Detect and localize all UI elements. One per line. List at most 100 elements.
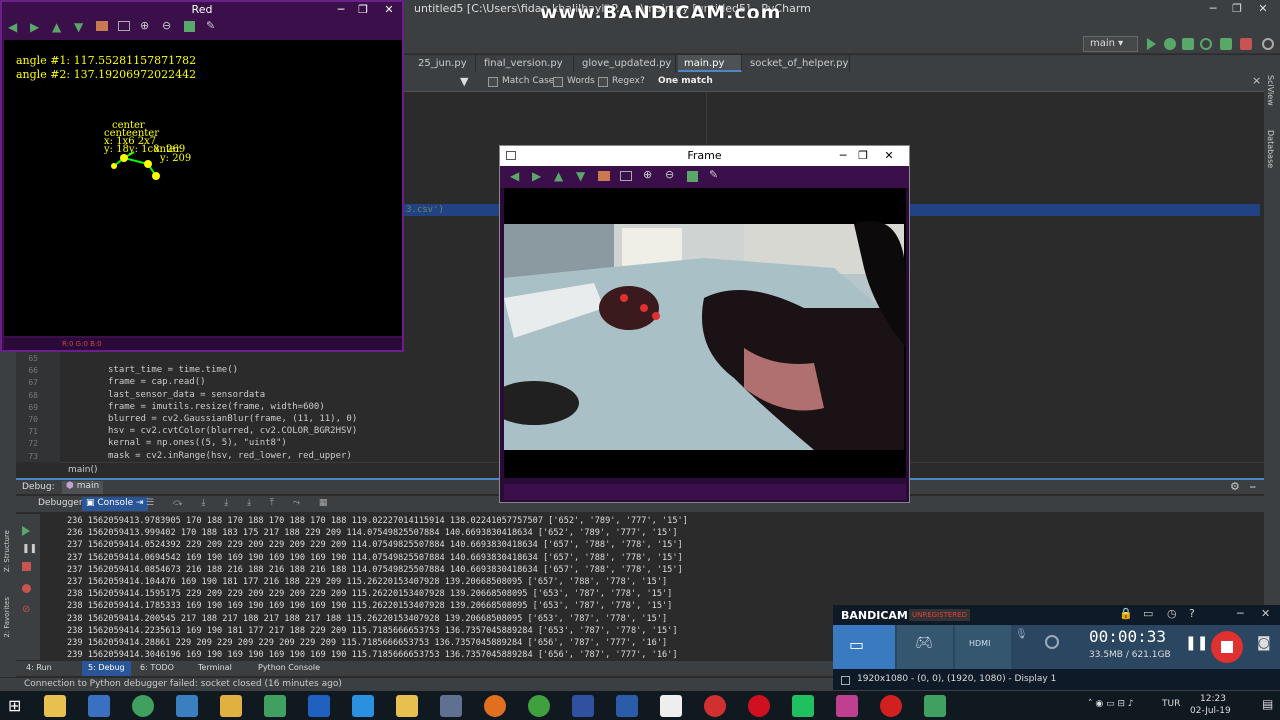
- tab-25-jun[interactable]: 25_jun.py: [412, 55, 476, 72]
- pan-down-icon[interactable]: ▼: [74, 20, 83, 34]
- app-icon-2[interactable]: [176, 695, 198, 717]
- clock-icon[interactable]: ◷: [1167, 607, 1177, 620]
- run-icon[interactable]: [1147, 38, 1156, 50]
- windows-start-icon[interactable]: ⊞: [8, 696, 21, 715]
- game-mode-button[interactable]: 🎮︎: [897, 625, 953, 669]
- tab-final-version[interactable]: final_version.py: [478, 55, 574, 72]
- tab-debug[interactable]: 5: Debug: [82, 661, 131, 676]
- frame-zoom-in-icon[interactable]: ⊕: [643, 168, 652, 181]
- media-icon[interactable]: [704, 695, 726, 717]
- properties-icon[interactable]: ✎: [206, 19, 215, 32]
- run-config-dropdown[interactable]: main ▾: [1083, 36, 1138, 52]
- stop-icon[interactable]: [1240, 38, 1252, 50]
- clock-time[interactable]: 12:23: [1200, 694, 1226, 704]
- devcpp-icon[interactable]: [572, 695, 594, 717]
- tab-python-console[interactable]: Python Console: [258, 663, 320, 672]
- red-window[interactable]: Red ─ ❐ ✕ ◀ ▶ ▲ ▼ ⊕ ⊖ ✎ angle #1: 117.55…: [0, 0, 404, 352]
- database-tab[interactable]: Database: [1266, 130, 1275, 168]
- frame-window[interactable]: Frame ─ ❐ ✕ ◀ ▶ ▲ ▼ ⊕ ⊖ ✎: [489, 145, 910, 503]
- tray-icons[interactable]: ˄ ◉ ▭ ⊟ ♪: [1088, 699, 1134, 709]
- frame-pan-up-icon[interactable]: ▲: [554, 169, 563, 183]
- lock-icon[interactable]: 🔒: [1119, 607, 1133, 620]
- tab-main[interactable]: main.py: [678, 55, 742, 72]
- red-canvas[interactable]: angle #1: 117.55281157871782 angle #2: 1…: [4, 40, 402, 336]
- frame-maximize-button[interactable]: ❐: [852, 147, 874, 165]
- stop-debug-icon[interactable]: [22, 562, 31, 571]
- bandicam-panel[interactable]: BANDICAM UNREGISTERED 🔒 ▭ ◷ ? ─ ✕ ▭ 🎮︎ H…: [833, 605, 1280, 690]
- opera-icon[interactable]: [748, 695, 770, 717]
- match-case-checkbox[interactable]: [488, 77, 498, 87]
- word-icon[interactable]: [616, 695, 638, 717]
- dropbox-icon[interactable]: [352, 695, 374, 717]
- opencv-window-icon[interactable]: [924, 695, 946, 717]
- folder-icon[interactable]: ▭: [1143, 607, 1153, 620]
- zoom-in-icon[interactable]: ⊕: [140, 19, 149, 32]
- bandicam-minimize-icon[interactable]: ─: [1237, 607, 1244, 620]
- camera-icon[interactable]: ◙: [1257, 635, 1271, 651]
- red-minimize-button[interactable]: ─: [330, 1, 352, 19]
- camera-frame[interactable]: [489, 188, 906, 478]
- stop-record-button[interactable]: [1211, 631, 1243, 663]
- frame-zoom-fit-icon[interactable]: [598, 171, 610, 181]
- mute-breakpoints-icon[interactable]: ⊘: [22, 604, 30, 615]
- notifications-icon[interactable]: ▤: [1262, 697, 1273, 711]
- coverage-icon[interactable]: [1182, 38, 1194, 50]
- structure-tab[interactable]: Z: Structure: [3, 530, 11, 572]
- file-explorer-icon[interactable]: [44, 695, 66, 717]
- help-icon[interactable]: ?: [1189, 607, 1195, 620]
- app-icon-3[interactable]: [220, 695, 242, 717]
- frame-properties-icon[interactable]: ✎: [709, 168, 718, 181]
- words-checkbox[interactable]: [553, 77, 563, 87]
- screen-mode-button[interactable]: ▭: [833, 625, 895, 669]
- concurrency-icon[interactable]: [1220, 38, 1232, 50]
- clock-date[interactable]: 02-Jul-19: [1190, 706, 1231, 716]
- debug-config-tab[interactable]: ⬢ main: [62, 481, 104, 494]
- minimize-button[interactable]: ─: [1202, 0, 1224, 18]
- sciview-tab[interactable]: SciView: [1266, 75, 1275, 106]
- save-icon[interactable]: [184, 21, 195, 32]
- filter-icon[interactable]: ▼: [460, 75, 468, 88]
- frame-pan-left-icon[interactable]: ◀: [510, 169, 519, 183]
- bandicam-close-icon[interactable]: ✕: [1261, 607, 1270, 620]
- mic-icon[interactable]: 🎙︎: [1015, 629, 1028, 640]
- app-icon-6[interactable]: [440, 695, 462, 717]
- maximize-button[interactable]: ❐: [1226, 0, 1248, 18]
- app-icon-4[interactable]: [264, 695, 286, 717]
- breakpoints-icon[interactable]: [22, 584, 31, 593]
- frame-save-icon[interactable]: [687, 171, 698, 182]
- zoom-fit-icon[interactable]: [96, 21, 108, 31]
- pause-icon[interactable]: ❚❚: [22, 544, 37, 554]
- pan-up-icon[interactable]: ▲: [52, 20, 61, 34]
- zoom-reset-icon[interactable]: [118, 21, 130, 31]
- zoom-out-icon[interactable]: ⊖: [162, 19, 171, 32]
- red-close-button[interactable]: ✕: [378, 1, 400, 19]
- gear-icon[interactable]: ⚙: [1230, 480, 1240, 493]
- language-indicator[interactable]: TUR: [1162, 699, 1180, 709]
- tab-debugger[interactable]: Debugger: [38, 498, 83, 508]
- folder-taskbar-icon[interactable]: [396, 695, 418, 717]
- debug-icon[interactable]: [1164, 38, 1176, 50]
- bandicam-record-icon[interactable]: [880, 695, 902, 717]
- red-maximize-button[interactable]: ❐: [352, 1, 374, 19]
- frame-close-button[interactable]: ✕: [878, 147, 900, 165]
- regex-checkbox[interactable]: [598, 77, 608, 87]
- tab-glove-updated[interactable]: glove_updated.py: [576, 55, 676, 72]
- frame-pan-right-icon[interactable]: ▶: [532, 169, 541, 183]
- region-icon[interactable]: [841, 676, 850, 685]
- tab-terminal[interactable]: Terminal: [198, 663, 232, 672]
- search-icon[interactable]: [1262, 38, 1274, 50]
- frame-pan-down-icon[interactable]: ▼: [576, 169, 585, 183]
- pause-record-icon[interactable]: ❚❚: [1185, 635, 1208, 651]
- frame-zoom-reset-icon[interactable]: [620, 171, 632, 181]
- pan-right-icon[interactable]: ▶: [30, 20, 39, 34]
- tab-socket-of-helper[interactable]: socket_of_helper.py: [744, 55, 850, 72]
- hide-icon[interactable]: ⎯: [1250, 480, 1256, 494]
- frame-zoom-out-icon[interactable]: ⊖: [665, 168, 674, 181]
- resume-icon[interactable]: [22, 526, 30, 536]
- pycharm-icon[interactable]: [792, 695, 814, 717]
- tab-todo[interactable]: 6: TODO: [140, 663, 174, 672]
- tab-run[interactable]: 4: Run: [26, 663, 52, 672]
- intellij-icon[interactable]: [836, 695, 858, 717]
- document-icon[interactable]: [660, 695, 682, 717]
- regex-help[interactable]: ?: [640, 76, 645, 86]
